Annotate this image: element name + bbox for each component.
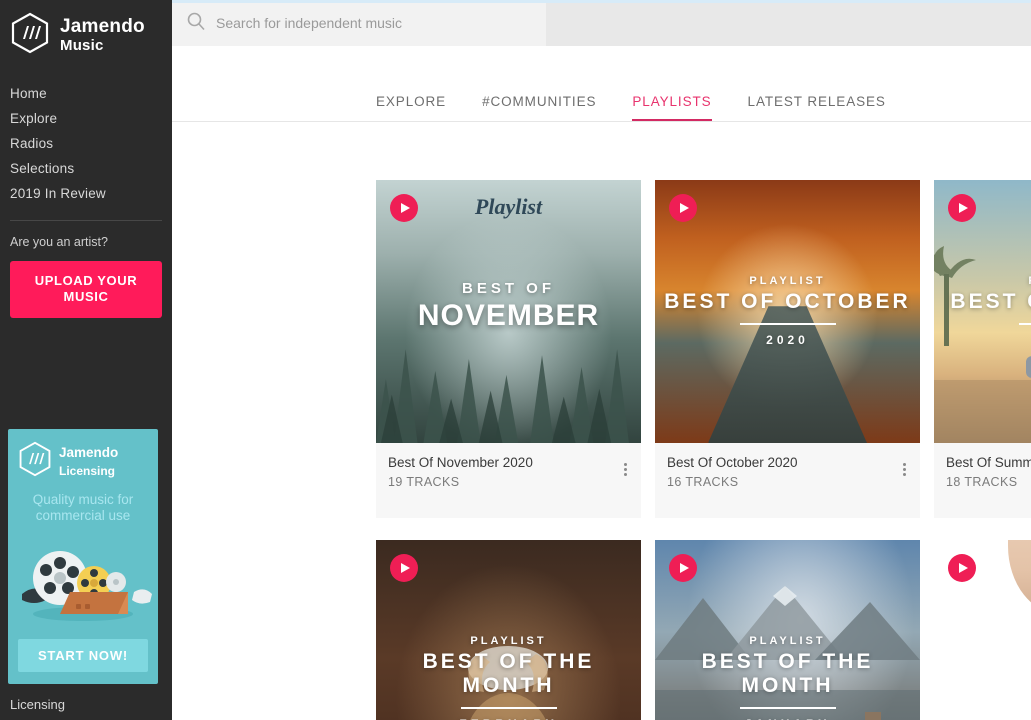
cover-caption: PLAYLIST BEST OF SUMMER 2020 [934,275,1031,347]
cover-caption: PLAYLIST BEST OF THE MONTH FEBRUARY [376,635,641,720]
playlist-meta-text: Best Of November 2020 19 TRACKS [388,453,533,489]
play-icon[interactable] [390,554,418,582]
header-right-area [546,0,1031,46]
brand-name: Jamendo [60,15,145,37]
kebab-menu-icon[interactable] [901,453,908,486]
search-input[interactable] [216,15,532,31]
playlist-meta-text: Best Of Summer 2020 18 TRACKS [946,453,1031,489]
app-root: Jamendo Music Home Explore Radios Select… [0,0,1031,720]
cover-line2: NOVEMBER [417,298,600,332]
cover-sub: 2020 [934,333,1031,347]
playlist-cover[interactable]: PLAYLIST BEST OF THE MONTH FEBRUARY [376,540,641,720]
brand-text: Jamendo Music [60,15,145,55]
play-icon[interactable] [669,554,697,582]
main-content: EXPLORE #COMMUNITIES PLAYLISTS LATEST RE… [172,0,1031,720]
cover-caption: PLAYLIST BEST OF THE MONTH JANUARY [655,635,920,720]
tab-communities[interactable]: #COMMUNITIES [482,94,596,121]
content-tabs: EXPLORE #COMMUNITIES PLAYLISTS LATEST RE… [172,46,1031,122]
artist-prompt: Are you an artist? [10,235,108,249]
cover-caption: PLAYLIST BEST OF OCTOBER 2020 [655,275,920,347]
jamendo-hexagon-logo-icon [10,12,50,59]
sidebar-item-selections[interactable]: Selections [0,156,172,181]
search-icon [186,11,206,36]
sidebar-item-radios[interactable]: Radios [0,131,172,156]
playlist-cover[interactable]: PLAYLIST BEST OF THE MONTH JANUARY [655,540,920,720]
upload-your-music-button[interactable]: UPLOAD YOUR MUSIC [10,261,162,318]
playlist-tracks: 16 TRACKS [667,475,739,490]
playlist-card: PLAYLIST BEST OF THE MONTH JANUARY [655,540,920,720]
licensing-promo-card[interactable]: Jamendo Licensing Quality music for comm… [8,429,158,684]
cover-kicker: PLAYLIST [749,274,826,287]
playlist-cover[interactable] [934,540,1031,720]
cover-kicker: PLAYLIST [934,275,1031,287]
playlist-card: Playlist BEST OF NOVEMBER Best Of Novemb… [376,180,641,518]
promo-title-jamendo: Jamendo [59,444,119,460]
tab-explore[interactable]: EXPLORE [376,94,446,121]
cover-line1: BEST OF [461,279,555,297]
tab-latest-releases[interactable]: LATEST RELEASES [748,94,886,121]
brand-product: Music [60,37,104,55]
cover-sub: 2020 [766,332,809,347]
jamendo-licensing-hexagon-logo-icon [18,441,52,482]
cover-rule [460,706,557,709]
search-bar[interactable] [172,0,546,46]
brand-logo[interactable]: Jamendo Music [0,0,172,59]
playlist-meta: Best Of Summer 2020 18 TRACKS [934,443,1031,518]
cover-caption: BEST OF NOVEMBER [376,280,641,333]
playlist-card: PLAYLIST BEST OF THE MONTH FEBRUARY [376,540,641,720]
cover-line1: BEST OF SUMMER [950,289,1031,313]
play-icon[interactable] [948,194,976,222]
cover-rule [739,322,836,325]
sidebar-item-2019-in-review[interactable]: 2019 In Review [0,181,172,206]
kebab-menu-icon[interactable] [622,453,629,486]
playlist-cover[interactable]: PLAYLIST BEST OF SUMMER 2020 [934,180,1031,443]
tab-playlists[interactable]: PLAYLISTS [632,94,712,121]
cover-line1: BEST OF OCTOBER [664,289,911,313]
playlist-card [934,540,1031,720]
promo-title-licensing: Licensing [59,463,116,478]
page-loading-bar [172,0,1031,3]
play-icon[interactable] [948,554,976,582]
sidebar-item-home[interactable]: Home [0,81,172,106]
promo-title-group: Jamendo Licensing [59,444,118,480]
playlist-card: PLAYLIST BEST OF SUMMER 2020 Best Of Sum… [934,180,1031,518]
start-now-button[interactable]: START NOW! [18,639,148,672]
sidebar: Jamendo Music Home Explore Radios Select… [0,0,172,720]
play-icon[interactable] [390,194,418,222]
sidebar-item-explore[interactable]: Explore [0,106,172,131]
playlist-meta: Best Of October 2020 16 TRACKS [655,443,920,518]
film-reel-projector-illustration-icon [8,530,158,625]
playlist-tracks: 18 TRACKS [946,475,1018,490]
cover-rule [1018,322,1031,325]
playlist-tracks: 19 TRACKS [388,475,460,490]
face-shape [1007,540,1031,615]
promo-tagline: Quality music for commercial use [32,492,134,524]
playlist-cover[interactable]: Playlist BEST OF NOVEMBER [376,180,641,443]
cover-kicker: PLAYLIST [470,634,547,647]
playlist-card: PLAYLIST BEST OF OCTOBER 2020 Best Of Oc… [655,180,920,518]
promo-header: Jamendo Licensing [8,429,158,482]
cover-rule [739,706,836,709]
playlist-grid: Playlist BEST OF NOVEMBER Best Of Novemb… [376,180,1031,720]
play-icon[interactable] [669,194,697,222]
cover-line1: BEST OF THE MONTH [701,649,874,697]
playlist-meta-text: Best Of October 2020 16 TRACKS [667,453,798,489]
playlist-title[interactable]: Best Of November 2020 [388,453,533,473]
sidebar-footer-licensing-link[interactable]: Licensing [10,697,65,712]
playlist-meta: Best Of November 2020 19 TRACKS [376,443,641,518]
sidebar-nav: Home Explore Radios Selections 2019 In R… [0,81,172,206]
playlist-title[interactable]: Best Of October 2020 [667,453,798,473]
cover-line1: BEST OF THE MONTH [422,649,595,697]
playlist-cover[interactable]: PLAYLIST BEST OF OCTOBER 2020 [655,180,920,443]
top-header [172,0,1031,46]
playlist-title[interactable]: Best Of Summer 2020 [946,453,1031,473]
cover-kicker: PLAYLIST [749,634,826,647]
